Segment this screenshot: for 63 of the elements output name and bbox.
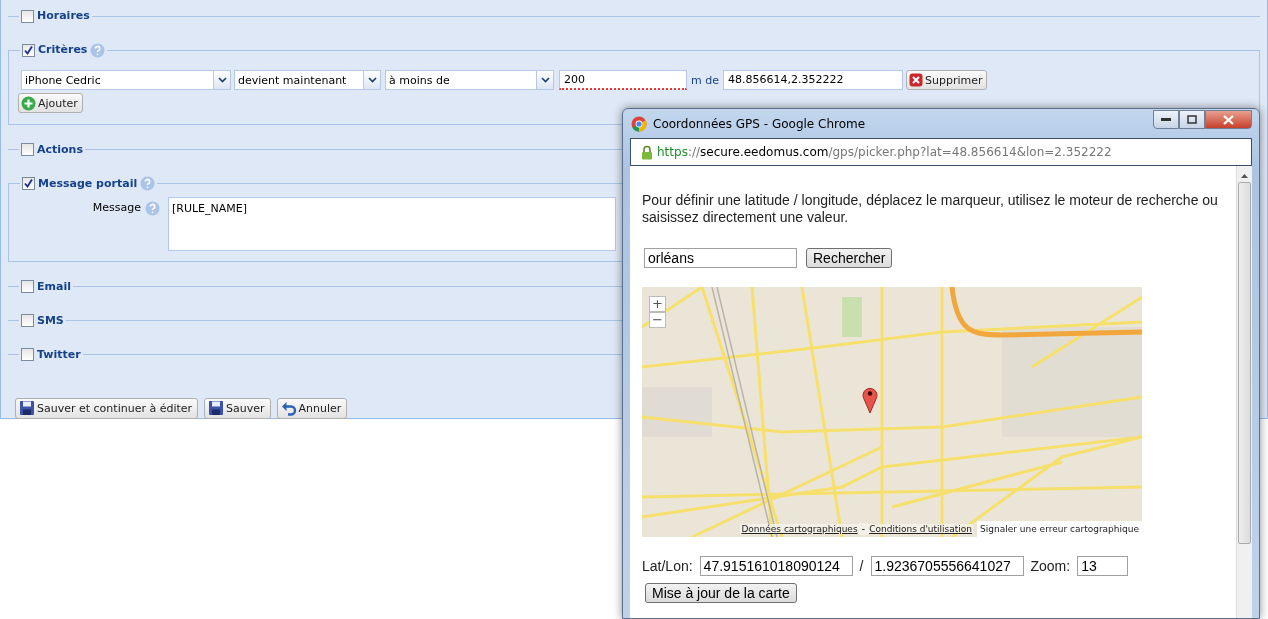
maximize-icon	[1187, 115, 1197, 124]
minimize-icon	[1161, 117, 1171, 122]
field-label: Message	[91, 199, 141, 214]
delete-button[interactable]: Supprimer	[905, 70, 988, 90]
instruction-text: Pour définir une latitude / longitude, déplacez le marqueur, utilisez le moteur de recherche ou saisissez directement une valeur.	[642, 192, 1219, 226]
latlon-label: Lat/Lon:	[642, 558, 693, 574]
checkbox[interactable]	[22, 177, 35, 190]
caret-icon	[367, 77, 377, 83]
map-pin-icon[interactable]	[862, 386, 878, 414]
longitude-field[interactable]: 1.9236705556641027	[870, 556, 1024, 576]
close-button[interactable]	[1205, 110, 1252, 129]
zoom-out-button[interactable]: −	[649, 312, 666, 328]
device-select[interactable]: iPhone Cedric	[21, 70, 231, 90]
caret-icon	[217, 77, 227, 83]
section-title: Message portail	[38, 175, 138, 192]
checkbox[interactable]	[21, 280, 34, 293]
scroll-up-arrow-icon[interactable]	[1241, 174, 1248, 178]
cancel-button[interactable]: Annuler	[276, 397, 348, 419]
distance-field[interactable]: 200	[559, 70, 687, 90]
section-title: Horaires	[37, 8, 90, 24]
section-title: SMS	[37, 312, 64, 329]
help-icon[interactable]	[90, 42, 106, 58]
search-field[interactable]: orléans	[644, 248, 797, 268]
zoom-in-button[interactable]: +	[649, 296, 666, 312]
section-title: Critères	[38, 42, 88, 58]
update-map-button[interactable]: Mise à jour de la carte	[645, 583, 797, 603]
message-field[interactable]: [RULE_NAME]	[168, 196, 616, 251]
zoom-label: Zoom:	[1030, 558, 1071, 574]
browser-logo-icon	[631, 115, 647, 132]
save-button[interactable]: Sauver	[204, 397, 271, 419]
checkbox[interactable]	[22, 43, 35, 57]
padlock-icon	[641, 144, 653, 160]
window-title: Coordonnées GPS - Google Chrome	[653, 116, 867, 131]
section-title: Twitter	[37, 346, 81, 363]
maximize-button[interactable]	[1179, 110, 1205, 129]
checkbox[interactable]	[21, 9, 34, 23]
close-icon	[1223, 114, 1234, 125]
save-button[interactable]: Sauver et continuer à éditer	[15, 397, 199, 419]
latitude-field[interactable]: 47.915161018090124	[699, 556, 853, 576]
checkbox[interactable]	[21, 348, 34, 361]
help-icon[interactable]	[145, 200, 160, 216]
search-button[interactable]: Rechercher	[806, 248, 893, 268]
section-title: Email	[37, 278, 71, 295]
undo-arrow-icon	[280, 400, 297, 416]
unit-label: m de	[690, 73, 720, 87]
zoom-field[interactable]: 13	[1077, 556, 1129, 576]
caret-icon	[540, 77, 550, 83]
latlon-separator: /	[859, 558, 864, 574]
checkbox[interactable]	[21, 314, 34, 327]
operator-select[interactable]: à moins de	[385, 70, 554, 90]
section-title: Actions	[37, 141, 83, 158]
link-separator: -	[858, 522, 869, 535]
minimize-button[interactable]	[1153, 110, 1179, 129]
map-link[interactable]: Données cartographiques	[740, 523, 859, 534]
scrollbar[interactable]	[1236, 166, 1252, 618]
add-button[interactable]: Ajouter	[18, 93, 83, 113]
map-link[interactable]: Conditions d'utilisation	[868, 523, 974, 534]
plus-icon	[21, 95, 36, 111]
coordinates-field[interactable]: 48.856614,2.352222	[722, 70, 903, 90]
checkbox[interactable]	[21, 143, 34, 156]
condition-select[interactable]: devient maintenant	[234, 70, 381, 90]
help-icon[interactable]	[140, 176, 156, 191]
delete-icon	[908, 73, 923, 87]
